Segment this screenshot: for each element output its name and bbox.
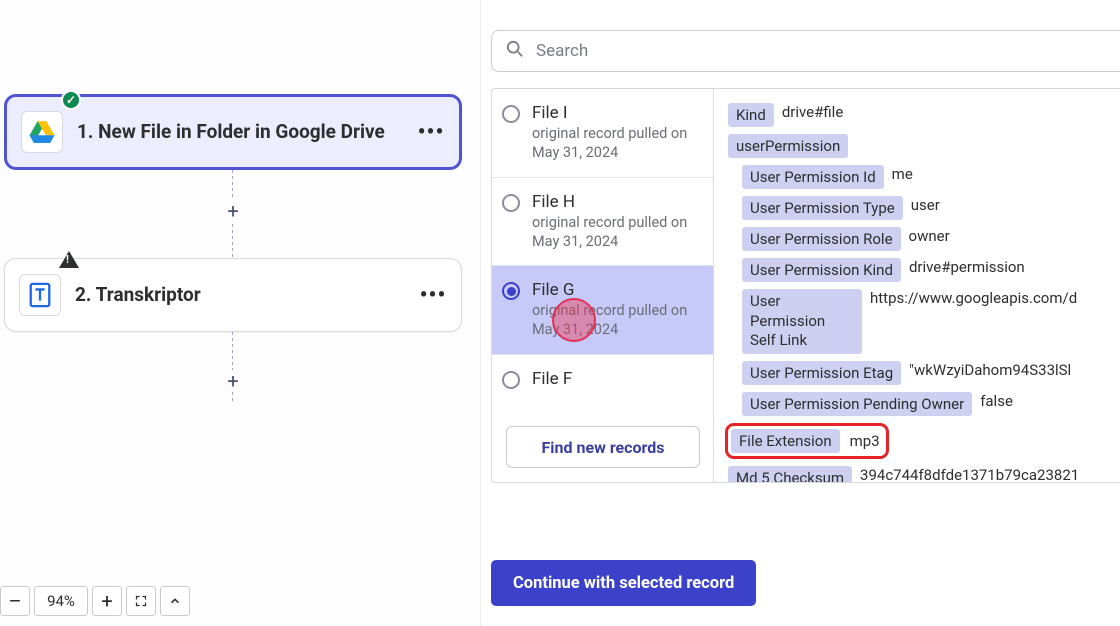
field-key: Md 5 Checksum	[728, 466, 852, 483]
field-value: user	[911, 196, 940, 214]
workflow-canvas: + + ✓ 1. New File in Folder in Google Dr…	[0, 0, 480, 626]
find-new-records-button[interactable]: Find new records	[506, 426, 700, 468]
step-menu-button[interactable]: •••	[413, 114, 449, 150]
record-subtext: original record pulled onMay 31, 2024	[532, 302, 687, 340]
continue-button[interactable]: Continue with selected record	[491, 560, 756, 606]
record-panel: Search File I original record pulled onM…	[480, 0, 1120, 626]
step-title: 1. New File in Folder in Google Drive	[77, 120, 413, 144]
field-value: mp3	[850, 432, 880, 450]
search-icon	[506, 40, 524, 63]
field-key: User Permission Kind	[742, 258, 901, 282]
record-item[interactable]: File I original record pulled onMay 31, …	[492, 89, 713, 178]
step-title: 2. Transkriptor	[75, 283, 415, 307]
record-name: File H	[532, 192, 687, 212]
record-item[interactable]: File H original record pulled onMay 31, …	[492, 178, 713, 267]
add-step-button[interactable]: +	[222, 370, 244, 392]
field-key: Kind	[728, 103, 774, 127]
google-drive-icon	[21, 111, 63, 153]
record-name: File F	[532, 369, 572, 389]
zoom-fit-button[interactable]	[126, 586, 156, 616]
record-name: File I	[532, 103, 687, 123]
radio-icon[interactable]	[502, 105, 520, 123]
search-input[interactable]: Search	[491, 30, 1120, 72]
field-value: https://www.googleapis.com/d	[870, 289, 1077, 307]
field-key: User Permission Id	[742, 165, 884, 189]
field-key: User Permission Type	[742, 196, 903, 220]
transkriptor-icon	[19, 274, 61, 316]
check-icon: ✓	[61, 90, 81, 110]
file-extension-highlight: File Extension mp3	[728, 423, 1120, 459]
field-key: File Extension	[731, 429, 840, 453]
field-key: User Permission Role	[742, 227, 901, 251]
zoom-level[interactable]: 94%	[34, 586, 88, 616]
field-key: User Permission Pending Owner	[742, 392, 972, 416]
warning-icon	[59, 249, 79, 269]
radio-icon[interactable]	[502, 371, 520, 389]
results-area: File I original record pulled onMay 31, …	[491, 88, 1120, 483]
step-card-google-drive[interactable]: ✓ 1. New File in Folder in Google Drive …	[4, 94, 462, 170]
field-value: drive#permission	[909, 258, 1025, 276]
field-value: "wkWzyiDahom94S33lSl	[909, 361, 1071, 379]
step-menu-button[interactable]: •••	[415, 277, 451, 313]
field-value: drive#file	[782, 103, 843, 121]
field-value: me	[892, 165, 913, 183]
zoom-controls: – 94% +	[0, 586, 190, 616]
record-item[interactable]: File F	[492, 355, 713, 405]
field-key: User Permission Etag	[742, 361, 901, 385]
record-name: File G	[532, 280, 687, 300]
record-list: File I original record pulled onMay 31, …	[492, 89, 714, 482]
add-step-button[interactable]: +	[222, 200, 244, 222]
radio-icon[interactable]	[502, 282, 520, 300]
field-key: User Permission Self Link	[742, 289, 862, 354]
field-key: userPermission	[728, 134, 848, 158]
zoom-in-button[interactable]: +	[92, 586, 122, 616]
step-card-transkriptor[interactable]: 2. Transkriptor •••	[4, 258, 462, 332]
record-detail: Kind drive#file userPermission User Permi…	[714, 89, 1120, 482]
field-value: 394c744f8dfde1371b79ca23821	[860, 466, 1079, 483]
zoom-out-button[interactable]: –	[0, 586, 30, 616]
zoom-collapse-button[interactable]	[160, 586, 190, 616]
radio-icon[interactable]	[502, 194, 520, 212]
record-subtext: original record pulled onMay 31, 2024	[532, 214, 687, 252]
record-item-selected[interactable]: File G original record pulled onMay 31, …	[492, 266, 713, 355]
field-value: false	[980, 392, 1013, 410]
field-value: owner	[909, 227, 950, 245]
record-subtext: original record pulled onMay 31, 2024	[532, 125, 687, 163]
search-placeholder: Search	[536, 41, 588, 61]
